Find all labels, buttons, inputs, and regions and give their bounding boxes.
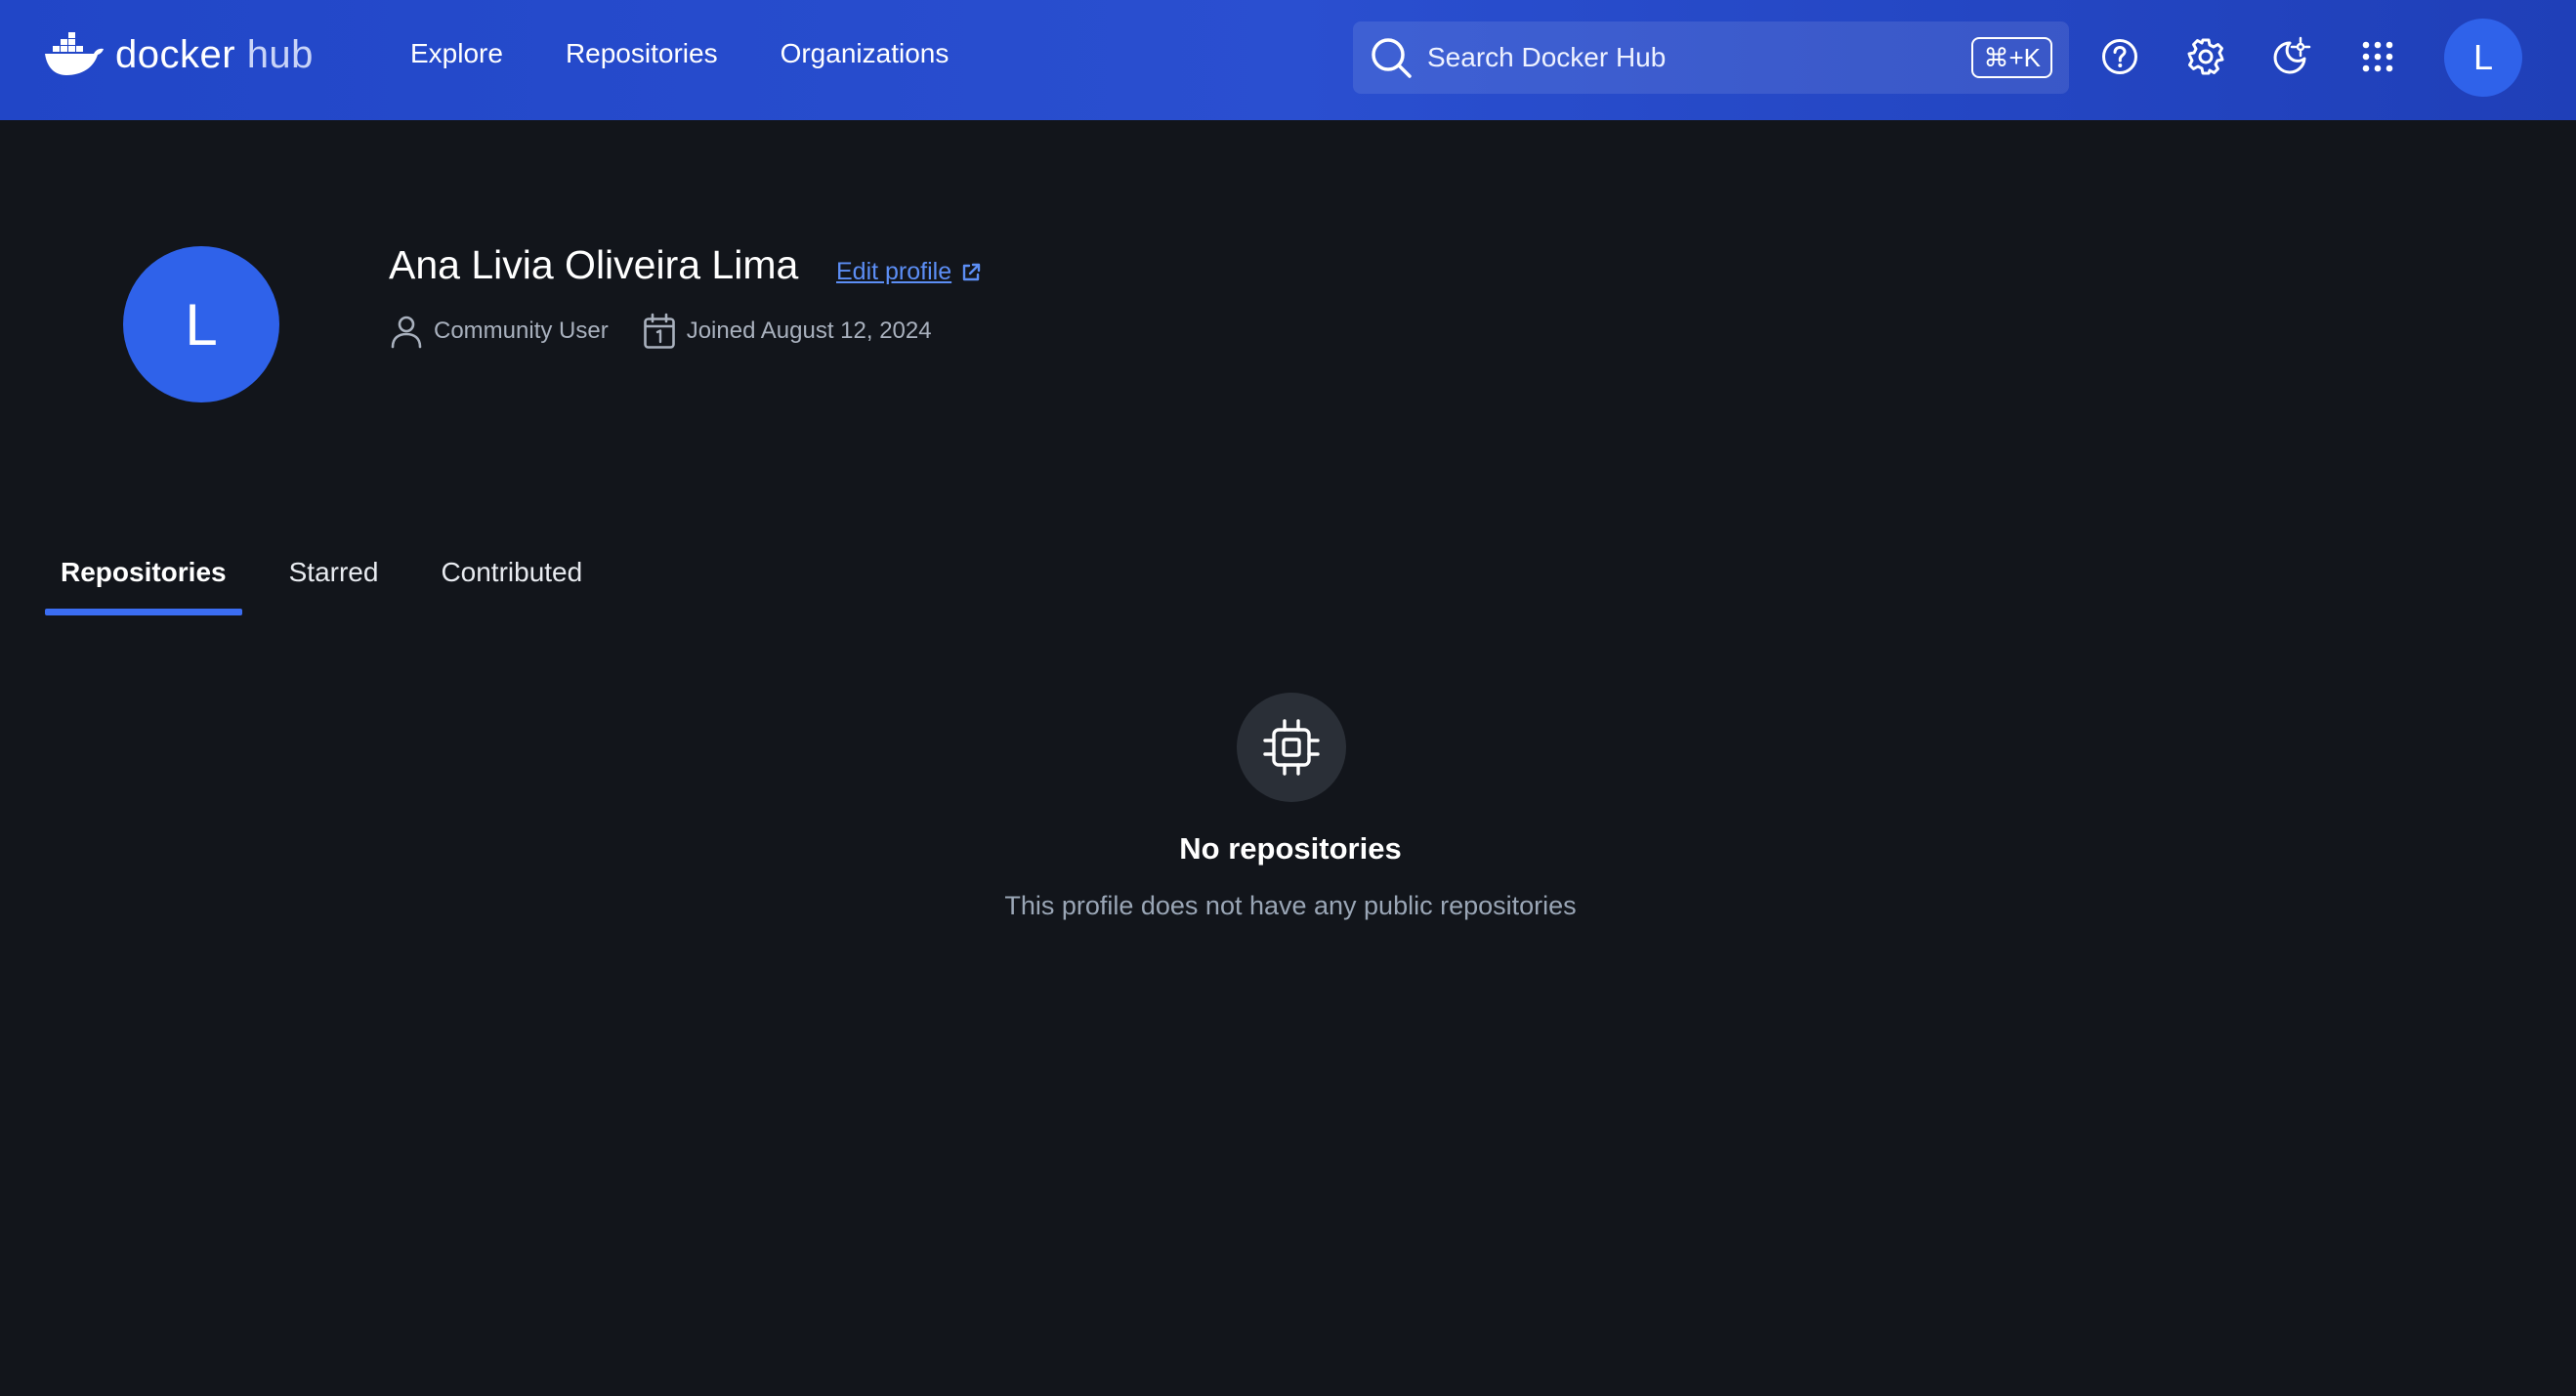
edit-profile-label: Edit profile: [836, 258, 952, 285]
tab-starred[interactable]: Starred: [274, 557, 395, 615]
nav-repositories[interactable]: Repositories: [566, 38, 718, 69]
profile-avatar-initial: L: [185, 291, 218, 358]
user-icon: [391, 316, 422, 349]
profile-avatar: L: [123, 246, 279, 402]
avatar-initial: L: [2472, 37, 2494, 77]
tab-contributed[interactable]: Contributed: [425, 557, 598, 615]
search-icon: [1372, 38, 1412, 78]
nav-explore[interactable]: Explore: [410, 38, 503, 69]
profile-joined: Joined August 12, 2024: [642, 313, 932, 350]
profile-role-label: Community User: [434, 317, 609, 344]
profile-joined-label: Joined August 12, 2024: [686, 317, 932, 344]
apps-menu-button[interactable]: [2356, 35, 2399, 78]
empty-state-title: No repositories: [1179, 831, 1402, 866]
top-navigation-bar: docker hub Explore Repositories Organiza…: [0, 0, 2576, 120]
calendar-icon: [643, 313, 675, 349]
search-shortcut-badge: ⌘+K: [1971, 37, 2052, 78]
docker-hub-logo[interactable]: docker hub: [43, 27, 314, 82]
brand-primary: docker: [115, 32, 236, 76]
profile-meta: Community User Joined August 12, 2024: [389, 313, 932, 350]
apps-grid-icon: [2362, 41, 2393, 72]
search-bar[interactable]: Search Docker Hub ⌘+K: [1353, 21, 2069, 94]
empty-state-icon-badge: [1237, 693, 1346, 802]
nav-organizations[interactable]: Organizations: [781, 38, 950, 69]
theme-toggle-button[interactable]: [2268, 35, 2311, 78]
help-button[interactable]: [2098, 35, 2141, 78]
profile-role: Community User: [389, 314, 609, 349]
brand-secondary: hub: [246, 32, 314, 76]
profile-tabs: Repositories Starred Contributed: [45, 557, 598, 615]
user-avatar-button[interactable]: L: [2444, 19, 2522, 97]
brand-wordmark: docker hub: [115, 33, 314, 77]
edit-profile-link[interactable]: Edit profile: [836, 258, 983, 286]
theme-toggle-icon: [2273, 36, 2311, 74]
gear-icon: [2187, 38, 2224, 75]
main-nav: Explore Repositories Organizations: [410, 0, 949, 107]
chip-icon: [1263, 719, 1320, 776]
tab-repositories[interactable]: Repositories: [45, 557, 242, 615]
settings-button[interactable]: [2184, 35, 2227, 78]
help-icon: [2102, 39, 2137, 74]
external-link-icon: [962, 263, 981, 280]
docker-whale-icon: [45, 32, 104, 75]
profile-name: Ana Livia Oliveira Lima: [389, 242, 799, 287]
empty-state-subtitle: This profile does not have any public re…: [1004, 891, 1577, 920]
